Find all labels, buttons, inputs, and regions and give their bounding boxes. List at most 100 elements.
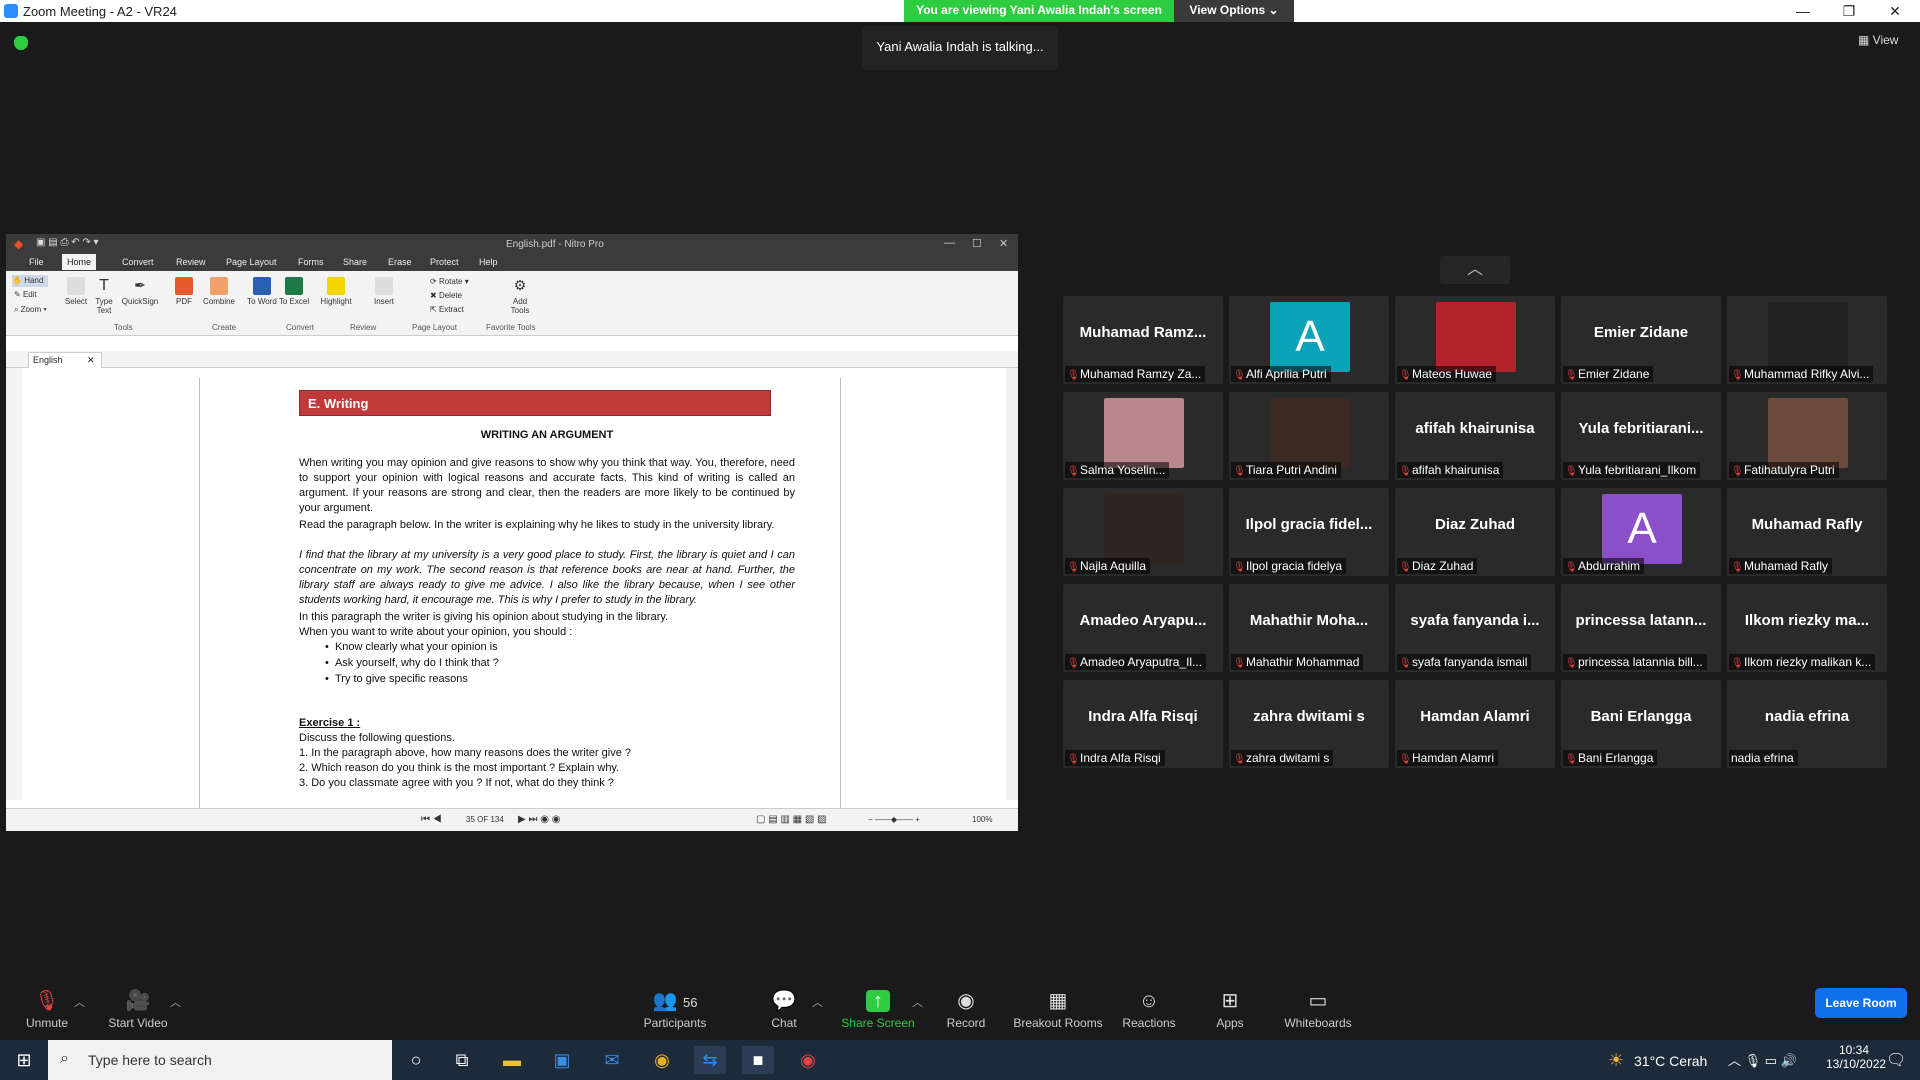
insert-button[interactable]: Insert: [368, 277, 400, 306]
audio-options-icon[interactable]: ︿: [74, 994, 85, 1010]
menu-share[interactable]: Share: [343, 257, 367, 267]
close-tab-icon[interactable]: ✕: [87, 355, 95, 366]
menu-convert[interactable]: Convert: [122, 257, 154, 267]
participant-tile[interactable]: Diaz Zuhad 🎙Diaz Zuhad: [1395, 488, 1555, 576]
page-indicator[interactable]: 35 OF 134: [466, 815, 504, 824]
task-view-icon[interactable]: ⧉: [446, 1046, 478, 1074]
participant-tile[interactable]: 🎙Mateos Huwae: [1395, 296, 1555, 384]
menu-erase[interactable]: Erase: [388, 257, 412, 267]
participant-tile[interactable]: 🎙Muhammad Rifky Alvi...: [1727, 296, 1887, 384]
clock[interactable]: 10:34 13/10/2022: [1826, 1043, 1886, 1071]
quicksign-button[interactable]: ✒ QuickSign: [121, 277, 159, 306]
doc-tab-english[interactable]: English ✕: [28, 352, 102, 368]
doc-maximize-button[interactable]: ☐: [972, 237, 982, 250]
view-layout-button[interactable]: ▦ View: [1858, 33, 1898, 47]
whiteboards-button[interactable]: ▭ Whiteboards: [1282, 990, 1354, 1030]
tray-icons[interactable]: ︿ 🎙 ▭ 🔊: [1728, 1050, 1797, 1069]
participant-tile[interactable]: Bani Erlangga 🎙Bani Erlangga: [1561, 680, 1721, 768]
participant-tile[interactable]: syafa fanyanda i... 🎙syafa fanyanda ismai…: [1395, 584, 1555, 672]
view-mode-icons[interactable]: ▢ ▤ ▥ ▦ ▧ ▨: [756, 814, 827, 825]
participant-tile[interactable]: Ilkom riezky ma... 🎙Ilkom riezky malikan …: [1727, 584, 1887, 672]
mail-icon[interactable]: ✉: [596, 1046, 628, 1074]
cortana-icon[interactable]: ○: [400, 1046, 432, 1074]
extract-button[interactable]: ⇱ Extract: [430, 305, 464, 314]
participant-tile[interactable]: 🎙Fatihatulyra Putri: [1727, 392, 1887, 480]
participant-tile[interactable]: zahra dwitami s 🎙zahra dwitami s: [1229, 680, 1389, 768]
share-screen-button[interactable]: ↑ Share Screen: [840, 990, 916, 1030]
teamviewer-icon[interactable]: ⇆: [694, 1046, 726, 1074]
to-word-button[interactable]: To Word: [246, 277, 278, 306]
participant-tile[interactable]: Muhamad Rafly 🎙Muhamad Rafly: [1727, 488, 1887, 576]
weather-text[interactable]: 31°C Cerah: [1634, 1053, 1707, 1069]
rotate-button[interactable]: ⟳ Rotate ▾: [430, 277, 469, 286]
close-button[interactable]: ✕: [1872, 0, 1918, 22]
gallery-scroll-up-button[interactable]: ︿: [1440, 256, 1510, 284]
page-nav-first-icon[interactable]: ⏮ ◀: [421, 814, 442, 825]
combine-button[interactable]: Combine: [200, 277, 238, 306]
doc-close-button[interactable]: ✕: [999, 237, 1008, 250]
zoom-tool[interactable]: ⌕ Zoom ▾: [14, 305, 47, 315]
menu-protect[interactable]: Protect: [430, 257, 459, 267]
record-button[interactable]: ◉ Record: [944, 990, 988, 1030]
participant-tile[interactable]: 🎙Salma Yoselin...: [1063, 392, 1223, 480]
participant-tile[interactable]: princessa latann... 🎙princessa latannia b…: [1561, 584, 1721, 672]
type-text-button[interactable]: T Type Text: [88, 277, 120, 315]
security-shield-icon[interactable]: [14, 36, 28, 50]
apps-button[interactable]: ⊞ Apps: [1212, 990, 1248, 1030]
participant-tile[interactable]: afifah khairunisa 🎙afifah khairunisa: [1395, 392, 1555, 480]
store-icon[interactable]: ▣: [546, 1046, 578, 1074]
zoom-taskbar-icon[interactable]: ■: [742, 1046, 774, 1074]
file-explorer-icon[interactable]: ▬: [496, 1046, 528, 1074]
share-options-icon[interactable]: ︿: [912, 994, 923, 1010]
participant-tile[interactable]: nadia efrina nadia efrina: [1727, 680, 1887, 768]
participant-tile[interactable]: Ilpol gracia fidel... 🎙Ilpol gracia fidel…: [1229, 488, 1389, 576]
menu-forms[interactable]: Forms: [298, 257, 324, 267]
menu-page-layout[interactable]: Page Layout: [226, 257, 277, 267]
notification-icon[interactable]: 🗨: [1886, 1050, 1906, 1070]
start-video-button[interactable]: 🎥 Start Video: [104, 990, 172, 1030]
minimize-button[interactable]: —: [1780, 0, 1826, 22]
breakout-rooms-button[interactable]: ▦ Breakout Rooms: [1012, 990, 1104, 1030]
participant-tile[interactable]: Amadeo Aryapu... 🎙Amadeo Aryaputra_Il...: [1063, 584, 1223, 672]
page-nav-next-icon[interactable]: ▶ ⏭ ◉ ◉: [518, 814, 560, 825]
to-excel-button[interactable]: To Excel: [278, 277, 310, 306]
participant-tile[interactable]: Muhamad Ramz... 🎙Muhamad Ramzy Za...: [1063, 296, 1223, 384]
participant-tile[interactable]: A 🎙Abdurrahim: [1561, 488, 1721, 576]
participant-tile[interactable]: Hamdan Alamri 🎙Hamdan Alamri: [1395, 680, 1555, 768]
leave-room-button[interactable]: Leave Room: [1815, 988, 1907, 1018]
taskbar-search-box[interactable]: ⌕ Type here to search: [48, 1040, 392, 1080]
participant-tile[interactable]: A 🎙Alfi Aprilia Putri: [1229, 296, 1389, 384]
chrome-icon[interactable]: ◉: [646, 1046, 678, 1074]
menu-file[interactable]: File: [29, 257, 44, 267]
menu-home[interactable]: Home: [62, 254, 97, 270]
windows-start-icon[interactable]: ⊞: [8, 1046, 40, 1074]
maximize-button[interactable]: ❐: [1826, 0, 1872, 22]
doc-scrollbar[interactable]: [1006, 368, 1018, 800]
edit-tool[interactable]: ✎ Edit: [14, 290, 37, 299]
hand-tool[interactable]: ✋ Hand: [12, 275, 48, 287]
participant-tile[interactable]: 🎙Najla Aquilla: [1063, 488, 1223, 576]
doc-minimize-button[interactable]: —: [944, 237, 955, 249]
video-options-icon[interactable]: ︿: [170, 994, 181, 1010]
weather-icon[interactable]: ☀: [1608, 1050, 1624, 1071]
menu-help[interactable]: Help: [479, 257, 498, 267]
highlight-button[interactable]: Highlight: [316, 277, 356, 306]
participant-tile[interactable]: Emier Zidane 🎙Emier Zidane: [1561, 296, 1721, 384]
participant-tile[interactable]: 🎙Tiara Putri Andini: [1229, 392, 1389, 480]
chat-button[interactable]: 💬 Chat: [764, 990, 804, 1030]
delete-button[interactable]: ✖ Delete: [430, 291, 462, 300]
pdf-button[interactable]: PDF: [168, 277, 200, 306]
reactions-button[interactable]: ☺ Reactions: [1122, 990, 1176, 1030]
chat-options-icon[interactable]: ︿: [812, 994, 823, 1010]
participant-tile[interactable]: Indra Alfa Risqi 🎙Indra Alfa Risqi: [1063, 680, 1223, 768]
participant-tile[interactable]: Mahathir Moha... 🎙Mahathir Mohammad: [1229, 584, 1389, 672]
unmute-button[interactable]: 🎙 Unmute: [22, 990, 72, 1030]
chrome-profile-icon[interactable]: ◉: [792, 1046, 824, 1074]
zoom-slider[interactable]: − ——◆—— +: [868, 815, 920, 824]
participants-button[interactable]: 👥 56 Participants: [638, 990, 712, 1030]
menu-review[interactable]: Review: [176, 257, 206, 267]
mic-muted-icon: 🎙: [1067, 466, 1080, 477]
add-tools-button[interactable]: ⚙ Add Tools: [504, 277, 536, 315]
view-options-button[interactable]: View Options ⌄: [1174, 0, 1294, 22]
participant-tile[interactable]: Yula febritiarani... 🎙Yula febritiarani_I…: [1561, 392, 1721, 480]
